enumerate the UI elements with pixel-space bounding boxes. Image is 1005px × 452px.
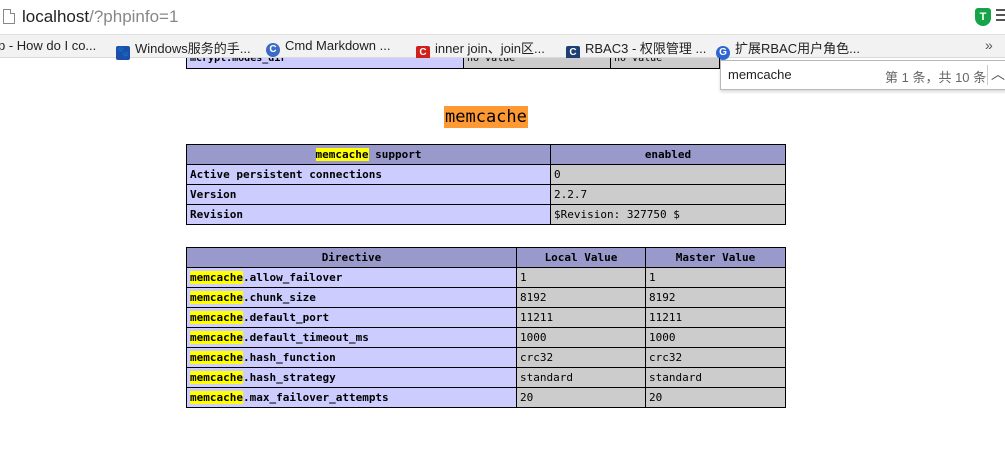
table-header-row: memcache support enabled	[186, 144, 786, 165]
search-highlight: memcache	[190, 371, 243, 384]
extension-shield-icon[interactable]: T	[975, 8, 991, 26]
local-value: 11211	[516, 307, 646, 328]
bookmark-item[interactable]: 🐾 Windows服务的手...	[116, 38, 251, 60]
master-value: 1000	[645, 327, 786, 348]
bookmark-item[interactable]: Cinner join、join区...	[416, 38, 545, 60]
column-header: Master Value	[645, 247, 786, 268]
setting-name: Active persistent connections	[186, 164, 551, 185]
url-path: /?phpinfo=1	[89, 7, 179, 26]
bookmark-item[interactable]: p - How do I co...	[0, 38, 96, 53]
table-row: Revision $Revision: 327750 $	[186, 204, 786, 225]
master-value: 8192	[645, 287, 786, 308]
master-value: standard	[645, 367, 786, 388]
bookmarks-overflow-icon[interactable]: »	[985, 37, 993, 53]
directive-name: memcache.allow_failover	[186, 267, 517, 288]
page-icon	[3, 9, 15, 24]
bookmark-item[interactable]: C RBAC3 - 权限管理 ...	[566, 38, 706, 60]
directive-name: memcache.chunk_size	[186, 287, 517, 308]
address-bar[interactable]: localhost/?phpinfo=1 T	[0, 0, 1005, 35]
table-row: memcache.hash_function crc32 crc32	[186, 347, 786, 368]
search-highlight: memcache	[190, 291, 243, 304]
bookmarks-bar: p - How do I co... 🐾 Windows服务的手... C Cmd …	[0, 35, 1005, 60]
local-value: 1000	[516, 327, 646, 348]
master-value: no value	[610, 58, 720, 69]
memcache-support-table: memcache support enabled Active persiste…	[186, 144, 786, 225]
setting-value: 0	[550, 164, 786, 185]
directive-name: memcache.hash_function	[186, 347, 517, 368]
table-row: memcache.hash_strategy standard standard	[186, 367, 786, 388]
search-highlight: memcache	[315, 148, 369, 161]
search-highlight: memcache	[190, 391, 243, 404]
bookmark-item[interactable]: C Cmd Markdown ...	[266, 38, 390, 57]
column-header: Local Value	[516, 247, 646, 268]
local-value: 1	[516, 267, 646, 288]
setting-name: Version	[186, 184, 551, 205]
setting-name: Revision	[186, 204, 551, 225]
table-row: memcache.allow_failover 1 1	[186, 267, 786, 288]
master-value: crc32	[645, 347, 786, 368]
column-header: Directive	[186, 247, 517, 268]
browser-menu-icon[interactable]	[996, 9, 1005, 23]
column-header: memcache support	[186, 144, 551, 165]
directive-name: memcache.default_port	[186, 307, 517, 328]
local-value: no value	[463, 58, 611, 69]
table-row: Version 2.2.7	[186, 184, 786, 205]
search-highlight: memcache	[190, 311, 243, 324]
master-value: 20	[645, 387, 786, 408]
table-row: Active persistent connections 0	[186, 164, 786, 185]
bookmark-item[interactable]: G 扩展RBAC用户角色...	[716, 38, 860, 60]
previous-table-fragment: mcrypt.modes_dir no value no value	[186, 58, 720, 69]
search-highlight: memcache	[190, 351, 243, 364]
search-highlight: memcache	[190, 271, 243, 284]
local-value: 20	[516, 387, 646, 408]
directive-name: memcache.hash_strategy	[186, 367, 517, 388]
setting-value: $Revision: 327750 $	[550, 204, 786, 225]
page-content: mcrypt.modes_dir no value no value memca…	[0, 58, 1005, 452]
table-header-row: Directive Local Value Master Value	[186, 247, 786, 268]
local-value: 8192	[516, 287, 646, 308]
directive-name: mcrypt.modes_dir	[186, 58, 464, 69]
column-header: enabled	[550, 144, 786, 165]
table-row: memcache.default_port 11211 11211	[186, 307, 786, 328]
master-value: 1	[645, 267, 786, 288]
directive-name: memcache.default_timeout_ms	[186, 327, 517, 348]
setting-value: 2.2.7	[550, 184, 786, 205]
local-value: crc32	[516, 347, 646, 368]
section-title: memcache	[444, 106, 528, 128]
table-row: memcache.default_timeout_ms 1000 1000	[186, 327, 786, 348]
local-value: standard	[516, 367, 646, 388]
table-row: memcache.chunk_size 8192 8192	[186, 287, 786, 308]
url-text[interactable]: localhost/?phpinfo=1	[22, 7, 178, 27]
url-host: localhost	[22, 7, 90, 26]
table-row: mcrypt.modes_dir no value no value	[186, 58, 720, 69]
memcache-directives-table: Directive Local Value Master Value memca…	[186, 247, 786, 408]
directive-name: memcache.max_failover_attempts	[186, 387, 517, 408]
master-value: 11211	[645, 307, 786, 328]
search-highlight: memcache	[190, 331, 243, 344]
markdown-icon: C	[266, 43, 280, 57]
table-row: memcache.max_failover_attempts 20 20	[186, 387, 786, 408]
